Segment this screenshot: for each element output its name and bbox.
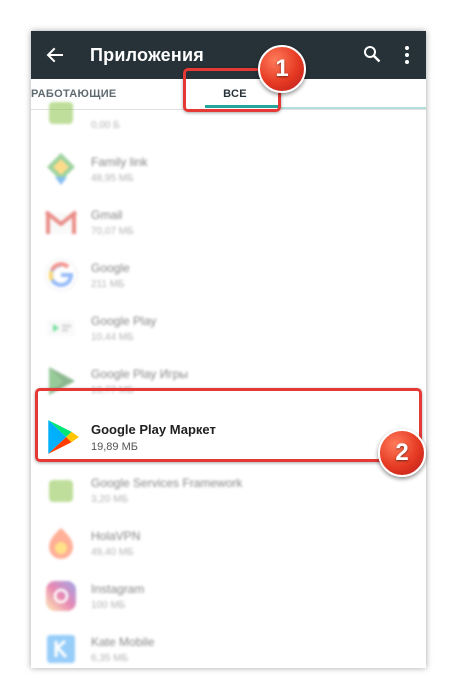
- list-item[interactable]: Kate Mobile 6,35 МБ: [31, 623, 426, 668]
- list-item[interactable]: Google Play 10,44 МБ: [31, 302, 426, 355]
- app-name: Google: [91, 261, 130, 275]
- list-item[interactable]: Family link 48,95 МБ: [31, 143, 426, 196]
- list-item[interactable]: Google Services Framework 3,20 МБ: [31, 464, 426, 517]
- callout-badge-2: 2: [378, 429, 426, 477]
- app-size: 70,07 МБ: [91, 226, 134, 237]
- app-size: 49,40 МБ: [91, 547, 134, 558]
- hola-icon: [49, 528, 73, 559]
- app-name: Family link: [91, 155, 148, 169]
- android-icon: [49, 480, 73, 502]
- google-play-icon: [47, 320, 75, 336]
- app-size: 0,00 Б: [91, 120, 120, 131]
- app-name: HolaVPN: [91, 529, 141, 543]
- app-size: 211 МБ: [91, 279, 125, 290]
- list-item[interactable]: Instagram 100 МБ: [31, 570, 426, 623]
- app-name: Instagram: [91, 582, 145, 596]
- android-icon: [49, 102, 73, 124]
- app-size: 6,35 МБ: [91, 653, 129, 664]
- app-name: Google Play: [91, 314, 157, 328]
- google-icon: [44, 258, 78, 292]
- app-size: 10,44 МБ: [91, 332, 134, 343]
- list-item[interactable]: HolaVPN 49,40 МБ: [31, 517, 426, 570]
- app-size: 100 МБ: [91, 600, 126, 611]
- app-name: Gmail: [91, 208, 123, 222]
- phone-screen: Приложения РАБОТАЮЩИЕ ВСЕ 0,00 Б Family …: [31, 31, 426, 668]
- list-item[interactable]: Google 211 МБ: [31, 249, 426, 302]
- app-name: Google Play Игры: [91, 367, 189, 381]
- arrow-back-icon[interactable]: [45, 45, 65, 65]
- page-title: Приложения: [90, 45, 204, 65]
- gmail-icon: [44, 210, 78, 234]
- more-vert-icon[interactable]: [401, 45, 413, 65]
- list-item[interactable]: Gmail 70,07 МБ: [31, 196, 426, 249]
- app-name: Kate Mobile: [91, 635, 155, 649]
- search-icon[interactable]: [363, 45, 381, 63]
- app-size: 48,95 МБ: [91, 173, 134, 184]
- family-link-icon: [47, 153, 75, 185]
- callout-badge-1: 1: [258, 45, 306, 93]
- app-size: 3,20 МБ: [91, 494, 129, 505]
- app-name: Google Services Framework: [91, 476, 243, 490]
- instagram-icon: [46, 581, 76, 611]
- kate-mobile-icon: [47, 635, 75, 663]
- highlight-box-play-store: [35, 388, 422, 462]
